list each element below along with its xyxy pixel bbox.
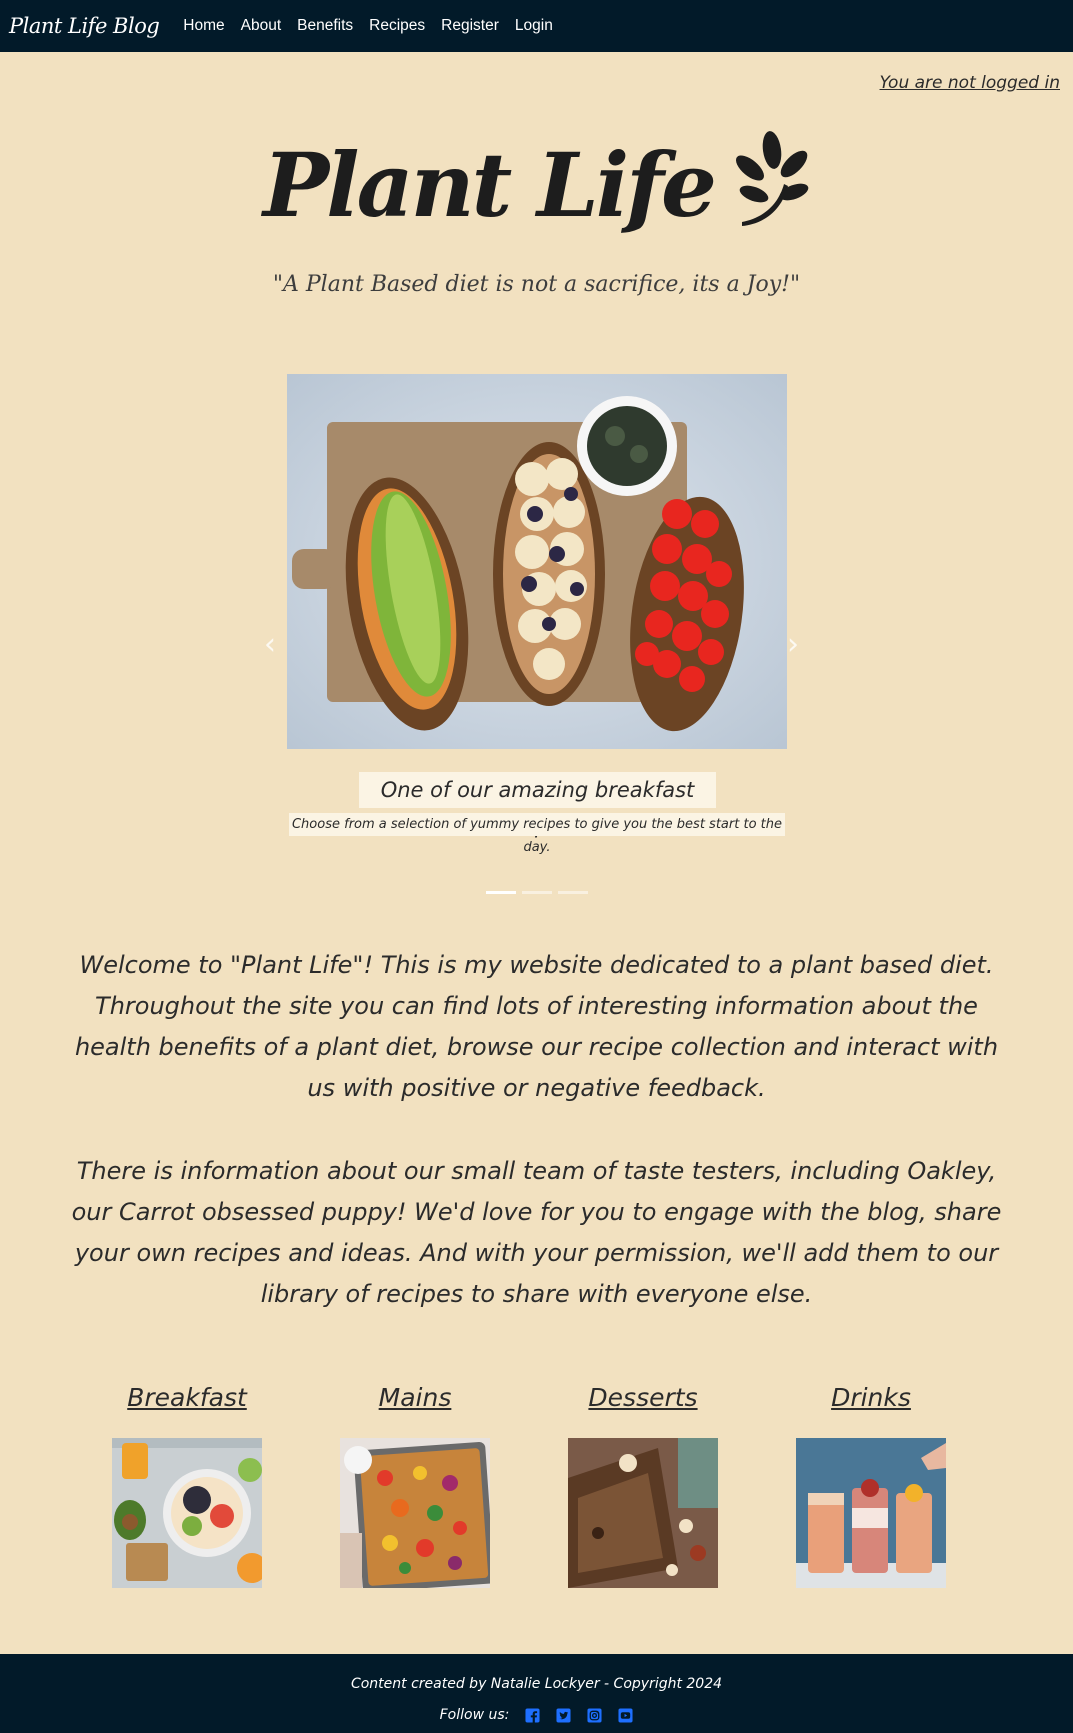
nav-link-home[interactable]: Home <box>183 17 224 35</box>
category-desserts: Desserts <box>568 1378 718 1588</box>
category-link-mains[interactable]: Mains <box>340 1378 490 1418</box>
carousel-indicator-3[interactable] <box>558 891 588 894</box>
carousel-next-button[interactable]: › <box>787 630 809 660</box>
nav-link-register[interactable]: Register <box>441 17 499 35</box>
category-link-breakfast[interactable]: Breakfast <box>112 1378 262 1418</box>
navbar: Plant Life Blog Home About Benefits Reci… <box>0 0 1073 52</box>
nav-link-login[interactable]: Login <box>515 17 553 35</box>
hero-title: Plant Life <box>262 133 717 237</box>
facebook-icon[interactable] <box>525 1707 540 1723</box>
category-drinks: Drinks <box>796 1378 946 1588</box>
carousel-prev-button[interactable]: ‹ <box>264 630 286 660</box>
nav-link-recipes[interactable]: Recipes <box>369 17 425 35</box>
footer: Content created by Natalie Lockyer - Cop… <box>0 1654 1073 1733</box>
footer-social: Follow us: <box>0 1707 1073 1723</box>
carousel-indicator-1[interactable] <box>486 891 516 894</box>
carousel-caption-title: One of our amazing breakfast recipes. <box>359 772 716 838</box>
nav-link-about[interactable]: About <box>241 17 282 35</box>
login-status-link[interactable]: You are not logged in <box>880 73 1060 93</box>
carousel-indicators <box>486 891 588 894</box>
intro-paragraph-welcome: Welcome to "Plant Life"! This is my webs… <box>74 951 999 1102</box>
hero-header: Plant Life <box>0 131 1073 237</box>
hero-tagline: "A Plant Based diet is not a sacrifice, … <box>272 272 801 297</box>
footer-credit: Content created by Natalie Lockyer - Cop… <box>350 1676 723 1692</box>
carousel-indicator-2[interactable] <box>522 891 552 894</box>
intro-paragraph-team: There is information about our small tea… <box>71 1157 1002 1308</box>
carousel-caption-text: Choose from a selection of yummy recipes… <box>289 813 785 855</box>
carousel-slide-image <box>287 374 787 749</box>
category-mains: Mains <box>340 1378 490 1588</box>
follow-us-label: Follow us: <box>439 1707 510 1723</box>
youtube-icon[interactable] <box>618 1707 633 1723</box>
category-image-drinks[interactable] <box>796 1438 946 1588</box>
nav-link-benefits[interactable]: Benefits <box>297 17 353 35</box>
leaf-icon <box>736 131 809 226</box>
category-breakfast: Breakfast <box>112 1378 262 1588</box>
category-link-drinks[interactable]: Drinks <box>796 1378 946 1418</box>
category-image-breakfast[interactable] <box>112 1438 262 1588</box>
brand-logo-link[interactable]: Plant Life Blog <box>9 14 160 38</box>
category-image-desserts[interactable] <box>568 1438 718 1588</box>
twitter-icon[interactable] <box>556 1707 571 1723</box>
instagram-icon[interactable] <box>587 1707 602 1723</box>
category-link-desserts[interactable]: Desserts <box>568 1378 718 1418</box>
category-image-mains[interactable] <box>340 1438 490 1588</box>
